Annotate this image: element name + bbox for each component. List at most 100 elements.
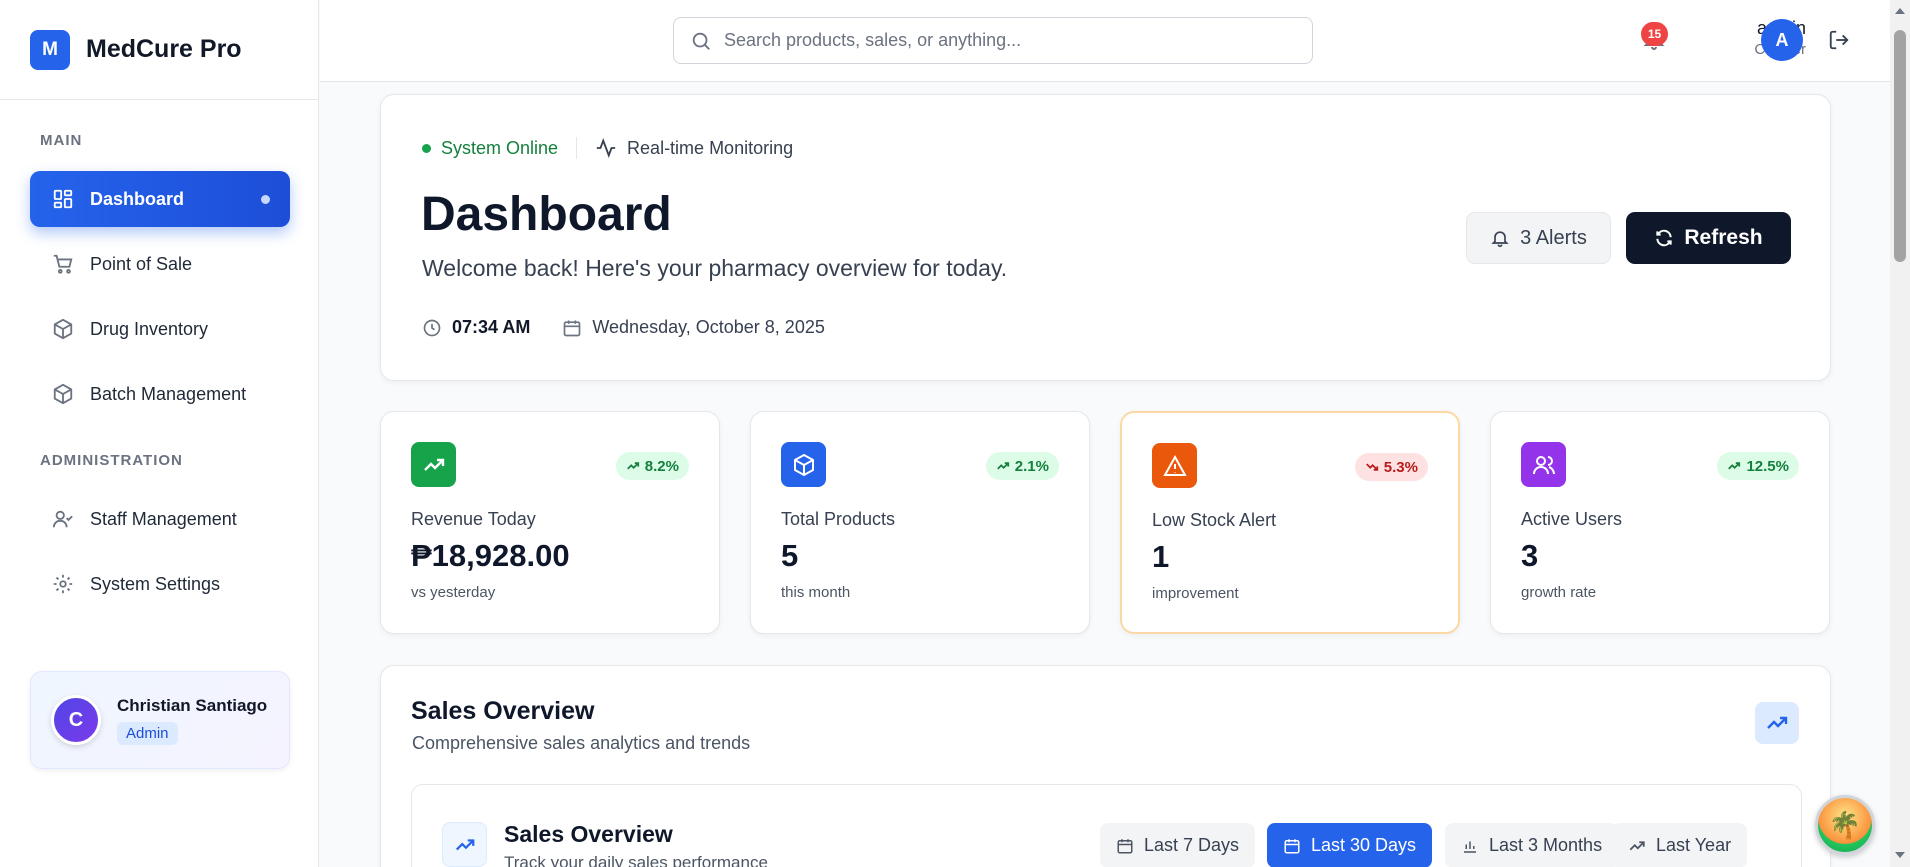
avatar[interactable]: A (1761, 19, 1803, 61)
scroll-down-arrow-icon[interactable] (1895, 852, 1905, 858)
scroll-up-arrow-icon[interactable] (1895, 8, 1905, 14)
sidebar-item-label: Drug Inventory (90, 318, 209, 339)
page-title: Dashboard (421, 188, 672, 241)
notification-count-badge: 15 (1641, 22, 1668, 46)
alerts-button[interactable]: 3 Alerts (1466, 212, 1611, 264)
refresh-button[interactable]: Refresh (1626, 212, 1791, 264)
stat-card-total-products[interactable]: 2.1% Total Products 5 this month (750, 411, 1090, 634)
bar-chart-icon (1461, 837, 1479, 855)
warning-icon (1152, 443, 1197, 488)
clock-icon (422, 318, 442, 338)
cart-icon (50, 251, 76, 277)
search-icon (690, 30, 712, 52)
stat-value: 1 (1152, 539, 1170, 574)
stat-label: Low Stock Alert (1152, 510, 1277, 530)
logout-icon[interactable] (1828, 29, 1850, 56)
range-label: Last Year (1656, 835, 1732, 855)
stat-label: Total Products (781, 509, 896, 529)
sidebar-item-dashboard[interactable]: Dashboard (30, 171, 290, 227)
search-input[interactable] (724, 30, 1284, 51)
stat-note: growth rate (1521, 584, 1597, 601)
divider (576, 137, 578, 159)
stat-value: 3 (1521, 538, 1539, 573)
dashboard-grid-icon (50, 186, 76, 212)
trend-up-icon (996, 459, 1010, 473)
sidebar-item-label: Dashboard (90, 188, 185, 209)
bell-icon (1490, 228, 1510, 248)
sales-chart-card: Sales Overview Track your daily sales pe… (411, 784, 1802, 867)
trend-up-icon (1727, 459, 1741, 473)
range-button-last-year[interactable]: Last Year (1612, 823, 1748, 867)
system-status: System Online (441, 137, 559, 158)
stat-card-active-users[interactable]: 12.5% Active Users 3 growth rate (1490, 411, 1830, 634)
dashboard-header-card: System Online Real-time Monitoring Dashb… (380, 94, 1831, 381)
calendar-icon (1283, 837, 1301, 855)
stat-note: this month (781, 584, 851, 601)
trend-down-icon (1365, 460, 1379, 474)
gear-icon (50, 571, 76, 597)
sidebar-item-drug-inventory[interactable]: Drug Inventory (30, 301, 290, 357)
chart-subtitle: Track your daily sales performance (504, 853, 768, 867)
activity-icon (595, 137, 617, 159)
range-label: Last 3 Months (1489, 835, 1603, 855)
user-profile-card[interactable]: C Christian Santiago Admin (30, 671, 290, 769)
stat-note: vs yesterday (411, 584, 496, 601)
trend-value: 2.1% (1014, 457, 1049, 475)
user-check-icon (50, 506, 76, 532)
trend-badge: 8.2% (615, 452, 689, 480)
section-subtitle: Comprehensive sales analytics and trends (412, 733, 751, 753)
top-bar: 15 admin Cashier A (320, 0, 1890, 82)
range-label: Last 30 Days (1311, 835, 1417, 855)
trend-badge: 2.1% (985, 452, 1059, 480)
trending-up-icon[interactable] (1755, 702, 1799, 744)
avatar: C (51, 695, 101, 745)
brand-name: MedCure Pro (86, 35, 242, 63)
section-title: Sales Overview (411, 697, 595, 725)
range-button-3-months[interactable]: Last 3 Months (1445, 823, 1619, 867)
refresh-label: Refresh (1684, 226, 1763, 249)
trending-up-icon (411, 442, 456, 487)
sidebar-item-system-settings[interactable]: System Settings (30, 556, 290, 612)
range-button-7-days[interactable]: Last 7 Days (1100, 823, 1256, 867)
package-icon (781, 442, 826, 487)
box-icon (50, 316, 76, 342)
trend-value: 8.2% (644, 457, 679, 475)
stat-card-low-stock[interactable]: 5.3% Low Stock Alert 1 improvement (1120, 411, 1460, 634)
sidebar-item-label: Point of Sale (90, 253, 193, 274)
sales-overview-section: Sales Overview Comprehensive sales analy… (380, 665, 1831, 867)
section-label-main: MAIN (40, 132, 83, 149)
trending-up-icon (442, 822, 487, 867)
status-row: System Online Real-time Monitoring (422, 137, 793, 159)
box-icon (50, 381, 76, 407)
stat-label: Revenue Today (411, 509, 536, 529)
brand[interactable]: M MedCure Pro (0, 0, 318, 100)
sidebar-item-label: Staff Management (90, 508, 237, 529)
trend-value: 5.3% (1383, 458, 1418, 476)
trend-value: 12.5% (1746, 457, 1789, 475)
calendar-icon (1116, 837, 1134, 855)
sidebar-item-batch-management[interactable]: Batch Management (30, 366, 290, 422)
scroll-thumb[interactable] (1894, 30, 1906, 262)
range-button-30-days[interactable]: Last 30 Days (1267, 823, 1433, 867)
sidebar-item-label: Batch Management (90, 383, 247, 404)
page-subtitle: Welcome back! Here's your pharmacy overv… (422, 255, 1008, 281)
trend-badge: 5.3% (1354, 453, 1428, 481)
sidebar-item-point-of-sale[interactable]: Point of Sale (30, 236, 290, 292)
current-date: Wednesday, October 8, 2025 (592, 317, 825, 337)
stat-value: 5 (781, 538, 799, 573)
range-label: Last 7 Days (1144, 835, 1240, 855)
assistant-avatar-button[interactable]: 🌴 (1815, 795, 1875, 855)
users-icon (1521, 442, 1566, 487)
stat-card-revenue[interactable]: 8.2% Revenue Today ₱18,928.00 vs yesterd… (380, 411, 720, 634)
chart-title: Sales Overview (504, 821, 673, 847)
trending-up-icon (1628, 837, 1646, 855)
sidebar-item-label: System Settings (90, 573, 221, 594)
stat-value: ₱18,928.00 (411, 538, 570, 573)
sidebar-item-staff-management[interactable]: Staff Management (30, 491, 290, 547)
scrollbar[interactable] (1890, 0, 1910, 867)
status-dot (422, 143, 431, 153)
trend-up-icon (626, 459, 640, 473)
search-box[interactable] (673, 17, 1313, 64)
monitoring-label: Real-time Monitoring (627, 137, 794, 158)
trend-badge: 12.5% (1717, 452, 1799, 480)
